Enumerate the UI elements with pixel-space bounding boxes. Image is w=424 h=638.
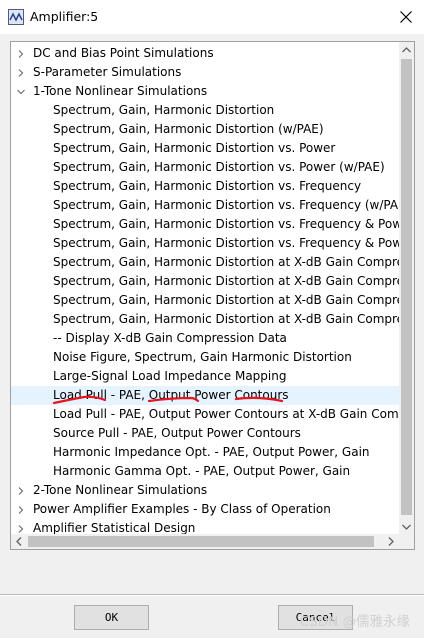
tree-item-label: Spectrum, Gain, Harmonic Distortion at X…	[53, 312, 399, 326]
tree-item-row[interactable]: Spectrum, Gain, Harmonic Distortion at X…	[11, 272, 399, 291]
chevron-right-icon[interactable]	[17, 506, 25, 514]
title-bar: Amplifier:5	[0, 0, 424, 34]
template-tree[interactable]: DC and Bias Point Simulations S-Parameter…	[10, 41, 415, 550]
tree-item-label: 2-Tone Nonlinear Simulations	[33, 483, 208, 497]
chevron-right-icon[interactable]	[17, 50, 25, 58]
tree-item-label: Spectrum, Gain, Harmonic Distortion vs. …	[53, 160, 385, 174]
tree-item-row[interactable]: Harmonic Impedance Opt. - PAE, Output Po…	[11, 443, 399, 462]
tree-item-label: Spectrum, Gain, Harmonic Distortion at X…	[53, 255, 399, 269]
tree-item-row[interactable]: Load Pull - PAE, Output Power Contours	[11, 386, 399, 405]
tree-item-row[interactable]: Spectrum, Gain, Harmonic Distortion at X…	[11, 253, 399, 272]
tree-item-row[interactable]: Spectrum, Gain, Harmonic Distortion vs. …	[11, 177, 399, 196]
horizontal-scroll-thumb[interactable]	[28, 536, 374, 547]
scroll-down-icon[interactable]	[402, 523, 411, 531]
tree-item-row[interactable]: Spectrum, Gain, Harmonic Distortion	[11, 101, 399, 120]
divider-highlight	[0, 595, 424, 596]
tree-item-label: Large-Signal Load Impedance Mapping	[53, 369, 287, 383]
tree-item-row[interactable]: Harmonic Gamma Opt. - PAE, Output Power,…	[11, 462, 399, 481]
vertical-scrollbar[interactable]	[399, 42, 414, 534]
tree-rows: DC and Bias Point Simulations S-Parameter…	[11, 42, 399, 534]
tree-item-label: -- Display X-dB Gain Compression Data	[53, 331, 287, 345]
tree-item-label: Spectrum, Gain, Harmonic Distortion vs. …	[53, 198, 399, 212]
tree-item-label: Load Pull - PAE, Output Power Contours	[53, 388, 289, 402]
chevron-down-icon[interactable]	[17, 88, 25, 96]
tree-category-row[interactable]: Amplifier Statistical Design	[11, 519, 399, 534]
tree-item-row[interactable]: Spectrum, Gain, Harmonic Distortion vs. …	[11, 234, 399, 253]
tree-category-row[interactable]: 1-Tone Nonlinear Simulations	[11, 82, 399, 101]
close-button[interactable]	[390, 0, 424, 34]
tree-item-row[interactable]: Spectrum, Gain, Harmonic Distortion at X…	[11, 291, 399, 310]
tree-item-row[interactable]: Spectrum, Gain, Harmonic Distortion vs. …	[11, 196, 399, 215]
horizontal-scrollbar[interactable]	[11, 534, 399, 549]
tree-item-label: Spectrum, Gain, Harmonic Distortion	[53, 103, 275, 117]
tree-item-label: 1-Tone Nonlinear Simulations	[33, 84, 208, 98]
tree-item-label: Spectrum, Gain, Harmonic Distortion at X…	[53, 274, 399, 288]
tree-item-row[interactable]: Noise Figure, Spectrum, Gain Harmonic Di…	[11, 348, 399, 367]
scroll-up-icon[interactable]	[402, 46, 411, 54]
tree-item-label: Spectrum, Gain, Harmonic Distortion vs. …	[53, 236, 399, 250]
scrollbar-corner	[399, 534, 414, 549]
scroll-right-icon[interactable]	[387, 537, 395, 546]
tree-item-row[interactable]: Spectrum, Gain, Harmonic Distortion at X…	[11, 310, 399, 329]
window-title: Amplifier:5	[30, 9, 99, 24]
tree-item-row[interactable]: Spectrum, Gain, Harmonic Distortion vs. …	[11, 139, 399, 158]
tree-item-row[interactable]: Spectrum, Gain, Harmonic Distortion vs. …	[11, 215, 399, 234]
tree-item-label: Spectrum, Gain, Harmonic Distortion (w/P…	[53, 122, 324, 136]
close-icon	[400, 11, 412, 23]
scroll-left-icon[interactable]	[15, 537, 23, 546]
tree-item-label: Load Pull - PAE, Output Power Contours a…	[53, 407, 399, 421]
tree-item-label: Spectrum, Gain, Harmonic Distortion vs. …	[53, 179, 362, 193]
ok-button[interactable]: OK	[74, 605, 149, 630]
tree-item-label: Harmonic Gamma Opt. - PAE, Output Power,…	[53, 464, 351, 478]
tree-item-label: Power Amplifier Examples - By Class of O…	[33, 502, 331, 516]
tree-item-label: Source Pull - PAE, Output Power Contours	[53, 426, 301, 440]
tree-item-row[interactable]: Spectrum, Gain, Harmonic Distortion (w/P…	[11, 120, 399, 139]
amplifier-app-icon	[8, 9, 24, 25]
tree-item-label: Spectrum, Gain, Harmonic Distortion at X…	[53, 293, 399, 307]
chevron-right-icon[interactable]	[17, 487, 25, 495]
vertical-scroll-thumb[interactable]	[401, 59, 412, 515]
tree-item-label: DC and Bias Point Simulations	[33, 46, 214, 60]
watermark-text: CSDN @儒雅永缘	[299, 614, 410, 630]
tree-category-row[interactable]: 2-Tone Nonlinear Simulations	[11, 481, 399, 500]
tree-category-row[interactable]: DC and Bias Point Simulations	[11, 44, 399, 63]
tree-category-row[interactable]: S-Parameter Simulations	[11, 63, 399, 82]
tree-item-label: Amplifier Statistical Design	[33, 521, 196, 534]
tree-item-row[interactable]: Spectrum, Gain, Harmonic Distortion vs. …	[11, 158, 399, 177]
chevron-right-icon[interactable]	[17, 525, 25, 533]
tree-category-row[interactable]: Power Amplifier Examples - By Class of O…	[11, 500, 399, 519]
tree-item-label: Harmonic Impedance Opt. - PAE, Output Po…	[53, 445, 370, 459]
tree-item-label: Spectrum, Gain, Harmonic Distortion vs. …	[53, 141, 336, 155]
tree-item-label: S-Parameter Simulations	[33, 65, 182, 79]
dialog-window: Amplifier:5 DC and Bias Point Simulation…	[0, 0, 424, 638]
tree-item-row[interactable]: -- Display X-dB Gain Compression Data	[11, 329, 399, 348]
tree-item-row[interactable]: Large-Signal Load Impedance Mapping	[11, 367, 399, 386]
tree-item-label: Spectrum, Gain, Harmonic Distortion vs. …	[53, 217, 399, 231]
chevron-right-icon[interactable]	[17, 69, 25, 77]
tree-item-row[interactable]: Source Pull - PAE, Output Power Contours	[11, 424, 399, 443]
tree-item-row[interactable]: Load Pull - PAE, Output Power Contours a…	[11, 405, 399, 424]
tree-item-label: Noise Figure, Spectrum, Gain Harmonic Di…	[53, 350, 352, 364]
